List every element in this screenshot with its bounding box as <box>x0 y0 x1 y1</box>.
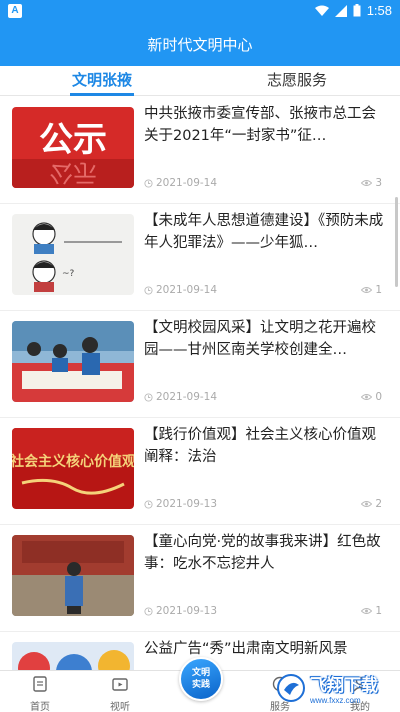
signal-icon <box>334 4 347 17</box>
view-count: 1 <box>375 605 382 617</box>
article-title[interactable]: 中共张掖市委宣传部、张掖市总工会关于2021年“一封家书”征… <box>144 103 388 147</box>
article-list[interactable]: 公示 公示 中共张掖市委宣传部、张掖市总工会关于2021年“一封家书”征… 20… <box>0 97 400 670</box>
tab-wenming-zhangye[interactable]: 文明张掖 <box>62 66 142 96</box>
eye-icon <box>361 180 373 186</box>
watermark-text: 飞翔下载 <box>310 676 378 695</box>
center-logo-label: 文明实践 <box>191 668 210 690</box>
status-bar: A 1:58 <box>0 0 400 24</box>
article-thumbnail <box>12 642 134 670</box>
view-count: 2 <box>375 498 382 510</box>
article-thumbnail: 公示 公示 <box>12 107 134 188</box>
view-count: 1 <box>375 284 382 296</box>
article-date: 2021-09-13 <box>156 605 218 617</box>
article-date: 2021-09-14 <box>156 284 218 296</box>
video-icon <box>112 678 128 691</box>
view-count: 0 <box>375 391 382 403</box>
article-title[interactable]: 【文明校园风采】让文明之花开遍校园——甘州区南关学校创建全… <box>144 317 388 361</box>
clock-icon <box>144 606 153 616</box>
article-title[interactable]: 【童心向党·党的故事我来讲】红色故事：吃水不忘挖井人 <box>144 531 388 575</box>
home-doc-icon <box>33 676 47 692</box>
thumb-text: 社会主义核心价值观 <box>12 453 134 470</box>
article-thumbnail: 社会主义核心价值观 <box>12 428 134 509</box>
list-item[interactable]: 社会主义核心价值观 【践行价值观】社会主义核心价值观阐释：法治 2021-09-… <box>0 418 400 525</box>
article-date: 2021-09-13 <box>156 498 218 510</box>
watermark-url: www.fxxz.com <box>310 696 361 705</box>
list-item[interactable]: ~? 【未成年人思想道德建设】《预防未成年人犯罪法》——少年狐… 2021-09… <box>0 204 400 311</box>
eye-icon <box>361 394 373 400</box>
clock-icon <box>144 285 153 295</box>
clock-icon <box>144 392 153 402</box>
article-thumbnail <box>12 535 134 616</box>
svg-text:~?: ~? <box>62 269 75 279</box>
scrollbar[interactable] <box>395 197 398 287</box>
article-title[interactable]: 【践行价值观】社会主义核心价值观阐释：法治 <box>144 424 388 468</box>
list-item[interactable]: 【童心向党·党的故事我来讲】红色故事：吃水不忘挖井人 2021-09-13 1 <box>0 525 400 632</box>
article-date: 2021-09-14 <box>156 391 218 403</box>
page-title: 新时代文明中心 <box>0 24 400 66</box>
article-thumbnail <box>12 321 134 402</box>
tab-bar: 文明张掖 志愿服务 <box>0 66 400 96</box>
eye-icon <box>361 501 373 507</box>
article-title[interactable]: 【未成年人思想道德建设】《预防未成年人犯罪法》——少年狐… <box>144 210 388 254</box>
nav-label: 首页 <box>30 702 50 712</box>
article-thumbnail: ~? <box>12 214 134 295</box>
app-notification-icon: A <box>8 4 22 18</box>
nav-label: 视听 <box>110 702 130 712</box>
clock: 1:58 <box>366 3 392 18</box>
watermark: 飞翔下载 www.fxxz.com <box>276 666 400 710</box>
tab-volunteer-service[interactable]: 志愿服务 <box>252 66 342 96</box>
watermark-logo-icon <box>277 674 305 702</box>
wifi-icon <box>314 5 329 16</box>
clock-icon <box>144 499 153 509</box>
article-date: 2021-09-14 <box>156 177 218 189</box>
center-logo-button[interactable]: 文明实践 <box>179 657 223 701</box>
clock-icon <box>144 178 153 188</box>
list-item[interactable]: 【文明校园风采】让文明之花开遍校园——甘州区南关学校创建全… 2021-09-1… <box>0 311 400 418</box>
nav-media[interactable]: 视听 <box>90 675 150 712</box>
eye-icon <box>361 287 373 293</box>
view-count: 3 <box>375 177 382 189</box>
thumb-text: 公示 <box>39 120 107 160</box>
eye-icon <box>361 608 373 614</box>
nav-home[interactable]: 首页 <box>10 675 70 712</box>
list-item[interactable]: 公示 公示 中共张掖市委宣传部、张掖市总工会关于2021年“一封家书”征… 20… <box>0 97 400 204</box>
svg-text:公示: 公示 <box>49 159 97 187</box>
battery-icon <box>353 4 361 17</box>
